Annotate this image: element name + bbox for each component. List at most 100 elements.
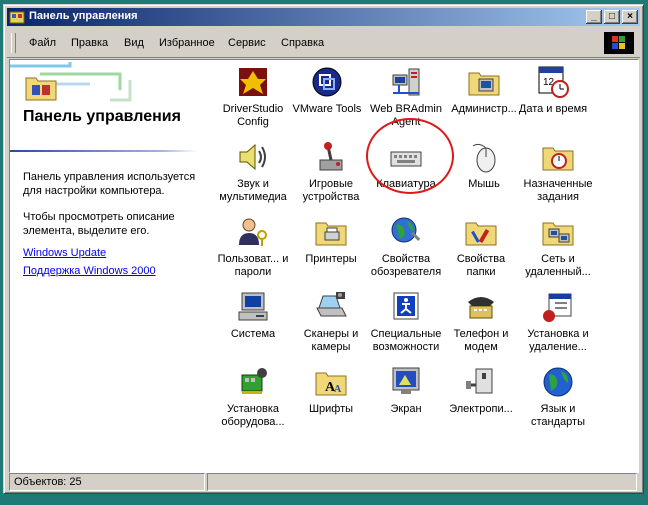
admin-tools-item[interactable]: Админиcтр... [446,65,522,116]
mouse-item[interactable]: Мышь [446,140,522,191]
control-panel-folder-icon [25,77,57,101]
menu-edit[interactable]: Правка [71,37,108,49]
item-label: Электропи... [449,403,513,415]
status-bar-panel [207,473,637,491]
scanners-cameras-item[interactable]: Сканеры и камеры [293,290,369,354]
toolbar-grip[interactable] [11,33,16,53]
internet-options-item[interactable]: Свойства обозревателя [368,215,444,279]
add-remove-icon [543,293,572,322]
scanner-icon [316,292,347,317]
info-sidebar: Панель управления Панель управления испо… [10,60,210,472]
object-count: Объектов: 25 [9,473,205,491]
printer-folder-icon [315,222,347,246]
item-label: Сеть и удаленный... [525,253,591,278]
telephone-icon [468,297,494,319]
mouse-icon [472,143,496,173]
item-label: Свойства папки [456,253,506,278]
menu-help[interactable]: Справка [281,37,324,49]
folder-options-icon [465,222,497,246]
menu-tools[interactable]: Сервис [228,37,266,49]
regional-globe-icon [543,367,573,397]
display-icon [392,367,420,394]
item-label: Сканеры и камеры [303,328,359,353]
menu-favorites[interactable]: Избранное [159,37,215,49]
item-label: Принтеры [305,253,357,265]
maximize-button[interactable]: □ [604,10,620,24]
item-label: Игровые устройства [302,178,360,203]
users-icon [239,218,267,246]
menu-bar: Файл Правка Вид Избранное Сервис Справка [7,29,640,58]
status-bar: Объектов: 25 [9,473,637,491]
printers-item[interactable]: Принтеры [293,215,369,266]
add-remove-programs-item[interactable]: Установка и удаление... [520,290,596,354]
item-label: Мышь [468,178,500,190]
date-time-item[interactable]: 12 Дата и время [515,65,591,116]
content-area: Панель управления Панель управления испо… [9,59,639,473]
phone-modem-item[interactable]: Телефон и модем [443,290,519,354]
calendar-clock-icon: 12 [538,66,569,98]
menu-view[interactable]: Вид [124,37,144,49]
red-highlight-circle [366,118,454,194]
power-icon [466,368,493,394]
fonts-item[interactable]: A A Шрифты [293,365,369,416]
item-label: DriverStudio Config [222,103,284,128]
vmware-icon [312,67,342,97]
window-title: Панель управления [29,10,138,22]
sidebar-hint: Чтобы просмотреть описание элемента, выд… [23,211,175,237]
item-label: Установка оборудова... [221,403,285,428]
folder-options-item[interactable]: Свойства папки [443,215,519,279]
item-label: Телефон и модем [453,328,509,353]
panel-heading: Панель управления [23,108,181,125]
speaker-icon [239,143,266,171]
item-label: Система [230,328,276,340]
globe-tools-icon [391,217,421,243]
svg-text:A: A [334,384,342,395]
sound-multimedia-item[interactable]: Звук и мультимедиа [215,140,291,204]
item-label: Установка и удаление... [527,328,589,353]
vmware-tools-item[interactable]: VMware Tools [289,65,365,116]
item-label: Шрифты [308,403,354,415]
item-label: Админиcтр... [451,103,517,115]
computer-icon [238,292,268,321]
joystick-icon [319,142,343,171]
users-passwords-item[interactable]: Пользоват... и пароли [215,215,291,279]
control-panel-window: Панель управления _ □ × Файл Правка Вид … [3,4,644,494]
item-label: VMware Tools [292,103,362,115]
control-panel-icon [9,11,25,24]
windows-update-link[interactable]: Windows Update [23,247,106,259]
scheduled-tasks-icon [542,147,574,171]
accessibility-icon [393,292,419,320]
windows-support-link[interactable]: Поддержка Windows 2000 [23,265,156,277]
item-label: Свойства обозревателя [370,253,442,278]
item-label: Язык и стандарты [531,403,585,428]
item-label: Назначенные задания [523,178,593,203]
item-label: Пользоват... и пароли [217,253,289,278]
item-label: Экран [390,403,422,415]
close-button[interactable]: × [622,10,638,24]
sidebar-description: Панель управления используется для настр… [23,171,196,197]
regional-options-item[interactable]: Язык и стандарты [520,365,596,429]
network-dialup-item[interactable]: Сеть и удаленный... [520,215,596,279]
add-hardware-icon [241,368,267,394]
windows-logo [604,32,634,54]
fonts-folder-icon: A A [315,372,347,396]
network-agent-icon [392,68,420,96]
item-label: Дата и время [518,103,588,115]
power-options-item[interactable]: Электропи... [443,365,519,416]
network-folder-icon [542,222,574,246]
driverstudio-config-item[interactable]: DriverStudio Config [215,65,291,129]
title-bar[interactable]: Панель управления _ □ × [7,8,640,26]
add-hardware-item[interactable]: Установка оборудова... [215,365,291,429]
accessibility-item[interactable]: Специальные возможности [368,290,444,354]
system-item[interactable]: Система [215,290,291,341]
item-label: Звук и мультимедиа [219,178,287,203]
admin-tools-icon [468,72,500,96]
minimize-button[interactable]: _ [586,10,602,24]
scheduled-tasks-item[interactable]: Назначенные задания [520,140,596,204]
heading-divider [10,150,198,152]
driverstudio-icon [239,68,267,96]
item-label: Специальные возможности [370,328,442,353]
menu-file[interactable]: Файл [29,37,56,49]
game-controllers-item[interactable]: Игровые устройства [293,140,369,204]
display-item[interactable]: Экран [368,365,444,416]
